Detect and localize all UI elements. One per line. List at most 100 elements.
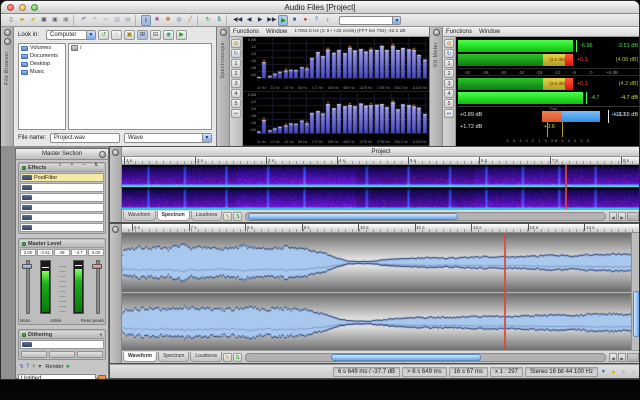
go-icon[interactable]: ► — [65, 363, 71, 371]
menu-icon[interactable]: ▾ — [38, 363, 41, 371]
effect-slot-postfilter[interactable]: PostFilter — [20, 173, 104, 182]
selection-tool-icon[interactable]: I — [141, 15, 151, 26]
close-icon[interactable] — [99, 151, 106, 158]
horizontal-scrollbar[interactable] — [245, 353, 606, 362]
rotate-icon[interactable]: ↻ — [444, 49, 454, 58]
help-icon[interactable]: ? — [311, 15, 321, 26]
dither-option-button[interactable] — [21, 351, 47, 358]
file-name-input[interactable]: Project.wav — [50, 133, 120, 143]
settings-icon[interactable]: ⚙ — [444, 39, 454, 48]
level-value-box[interactable]: 3.00 — [20, 249, 36, 256]
scroll-arrow-icon[interactable]: ◀ — [609, 353, 617, 362]
goto-end-icon[interactable]: ▶▶ — [266, 15, 277, 26]
redo-icon[interactable]: ↷ — [90, 15, 100, 26]
forward-icon[interactable]: ▶ — [255, 15, 265, 26]
new-folder-icon[interactable]: ▣ — [124, 30, 135, 40]
preset-1-button[interactable]: 1 — [444, 59, 454, 68]
rewind-icon[interactable]: ◀ — [244, 15, 254, 26]
filter-icon[interactable]: ▼ — [599, 369, 608, 375]
preset-name-input[interactable]: Untitled — [18, 374, 96, 380]
scroll-arrow-icon[interactable]: ▶ — [618, 212, 626, 221]
level-value-box[interactable]: -3.51 — [37, 249, 53, 256]
preset-2-button[interactable]: 2 — [231, 69, 241, 78]
spectrogram-view[interactable] — [122, 165, 640, 211]
remove-effect-icon[interactable]: − — [79, 162, 89, 173]
tab-waveform[interactable]: Waveform — [123, 352, 157, 362]
effect-slot[interactable] — [20, 203, 104, 212]
monitor-icon[interactable]: ♪ — [322, 15, 332, 26]
edit-tab-icon[interactable]: ✎ — [223, 353, 232, 362]
time-ruler[interactable]: 1 s2 s3 s4 s5 s6 s7 s8 s — [122, 157, 640, 165]
menu-functions[interactable]: Functions — [446, 29, 472, 35]
effect-slot[interactable] — [20, 223, 104, 232]
nav-icon[interactable]: ↔ — [629, 369, 638, 375]
fader-right[interactable] — [92, 258, 102, 316]
tree-item-desktop[interactable]: Desktop — [19, 60, 65, 68]
help-icon[interactable]: ? — [26, 363, 29, 371]
undo-icon[interactable]: ↶ — [79, 15, 89, 26]
effect-slot[interactable] — [20, 193, 104, 202]
zoom-window-button[interactable] — [31, 4, 38, 11]
reorder-icon[interactable]: ⇅ — [91, 162, 101, 173]
fader-right-cap[interactable] — [92, 264, 102, 269]
tab-waveform[interactable]: Waveform — [123, 211, 156, 221]
save-icon[interactable]: ▣ — [39, 15, 49, 26]
snap-icon[interactable]: ≡ — [619, 369, 628, 375]
fader-left[interactable] — [22, 258, 32, 316]
menu-functions[interactable]: Functions — [233, 29, 259, 35]
back-icon[interactable]: ↺ — [98, 30, 109, 40]
warning-icon[interactable]: ▲ — [609, 369, 618, 375]
preset-3-button[interactable]: 3 — [231, 79, 241, 88]
function-icon[interactable]: $ — [214, 15, 224, 26]
close-panel-button[interactable] — [220, 29, 227, 36]
loop-icon[interactable]: ↻ — [203, 15, 213, 26]
preset-5-button[interactable]: 5 — [444, 99, 454, 108]
mono-button[interactable]: Mono — [20, 318, 30, 323]
preset-5-button[interactable]: 5 — [231, 99, 241, 108]
level-value-box[interactable]: 5.00 — [88, 249, 104, 256]
dithering-slot[interactable] — [20, 340, 104, 349]
tab-loudness[interactable]: Loudness — [191, 211, 223, 221]
new-document-icon[interactable]: ▯ — [6, 15, 16, 26]
copy-icon[interactable]: ▥ — [112, 15, 122, 26]
play-icon[interactable]: ▶ — [278, 15, 288, 26]
level-value-box[interactable]: 48 — [54, 249, 70, 256]
tab-loudness[interactable]: Loudness — [190, 352, 222, 362]
pencil-icon[interactable]: ╱ — [185, 15, 195, 26]
preset-2-button[interactable]: 2 — [444, 69, 454, 78]
collapse-panel-button[interactable] — [4, 29, 11, 36]
zap-icon[interactable]: ↯ — [19, 363, 24, 371]
save-as-icon[interactable]: ▣ — [50, 15, 60, 26]
spray-icon[interactable]: ✱ — [163, 15, 173, 26]
scroll-arrow-icon[interactable]: ◀ — [609, 212, 617, 221]
scrollbar-thumb[interactable] — [633, 291, 640, 337]
goto-start-icon[interactable]: ◀◀ — [232, 15, 243, 26]
close-panel-button[interactable] — [4, 38, 11, 45]
preset-combobox[interactable]: ▼ — [339, 16, 401, 25]
save-copy-icon[interactable]: ▣ — [61, 15, 71, 26]
up-folder-icon[interactable]: ↑ — [111, 30, 122, 40]
settings-icon[interactable]: ⚙ — [231, 39, 241, 48]
edit-tab-icon[interactable]: ✎ — [223, 212, 232, 221]
file-list[interactable]: / — [68, 43, 212, 130]
tree-item-music[interactable]: Music — [19, 68, 65, 76]
restore-icon[interactable]: ↩ — [444, 109, 454, 118]
effect-slot[interactable] — [20, 213, 104, 222]
scrollbar-thumb[interactable] — [248, 213, 458, 220]
close-window-button[interactable] — [7, 4, 14, 11]
master-section-titlebar[interactable]: Master Section — [16, 149, 108, 160]
minimize-window-button[interactable] — [19, 4, 26, 11]
scroll-arrow-icon[interactable]: ▶ — [618, 353, 626, 362]
cut-icon[interactable]: ✂ — [101, 15, 111, 26]
reset-peaks-button[interactable]: Reset peaks — [81, 318, 104, 323]
preset-4-button[interactable]: 4 — [444, 89, 454, 98]
dither-option-button[interactable] — [49, 351, 75, 358]
open-folder-icon[interactable]: ▰ — [17, 15, 27, 26]
horizontal-scrollbar[interactable] — [245, 212, 606, 221]
magnify-icon[interactable]: ◎ — [174, 15, 184, 26]
folder-tree[interactable]: VolumesDocumentsDesktopMusic — [18, 43, 66, 130]
open-recent-icon[interactable]: ▰ — [28, 15, 38, 26]
look-in-dropdown[interactable]: Computer ▼ — [46, 30, 96, 40]
chain-icon[interactable]: ≡ — [55, 162, 65, 173]
close-panel-button[interactable] — [112, 226, 119, 233]
